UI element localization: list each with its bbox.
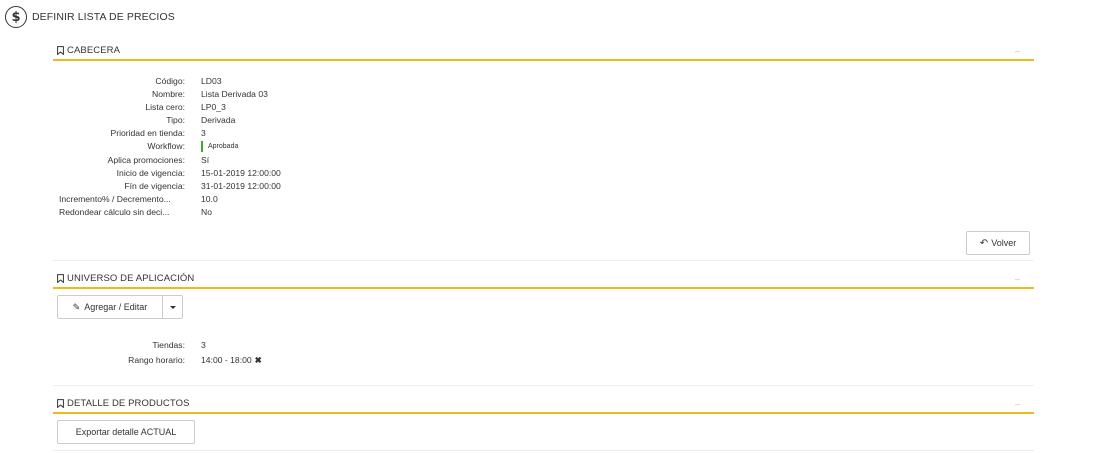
- pencil-icon: ✎: [72, 301, 81, 312]
- dollar-circle-icon: $: [5, 6, 27, 28]
- universo-panel: UNIVERSO DE APLICACIÓN – ✎ Agregar / Edi…: [53, 270, 1034, 386]
- field-value: LD03: [201, 76, 222, 86]
- cabecera-collapse-button[interactable]: –: [1015, 46, 1020, 56]
- bookmark-icon: [57, 46, 64, 55]
- field-label: Rango horario:: [128, 355, 185, 365]
- universo-title: UNIVERSO DE APLICACIÓN: [67, 273, 195, 284]
- field-value: 3: [201, 340, 206, 350]
- field-value: 14:00 - 18:00 ✖: [201, 355, 262, 366]
- exportar-detalle-label: Exportar detalle ACTUAL: [75, 427, 177, 437]
- field-row-incremento: Incremento% / Decremento... 10.0: [53, 194, 353, 207]
- field-row-workflow: Workflow: Aprobada: [53, 141, 353, 154]
- volver-button-label: Volver: [991, 238, 1017, 248]
- field-value: 31-01-2019 12:00:00: [201, 181, 281, 191]
- field-value: Derivada: [201, 115, 236, 125]
- undo-icon: ↶: [979, 237, 989, 249]
- rango-horario-value: 14:00 - 18:00: [201, 355, 252, 365]
- exportar-detalle-button[interactable]: Exportar detalle ACTUAL: [57, 420, 195, 444]
- remove-icon[interactable]: ✖: [255, 355, 262, 365]
- field-row-tiendas: Tiendas: 3: [53, 340, 353, 353]
- field-row-inicio-vigencia: Inicio de vigencia: 15-01-2019 12:00:00: [53, 168, 353, 181]
- caret-down-icon: [169, 305, 176, 309]
- detalle-title: DETALLE DE PRODUCTOS: [67, 398, 190, 409]
- page-header: $ DEFINIR LISTA DE PRECIOS: [5, 6, 175, 28]
- field-row-codigo: Código: LD03: [53, 76, 353, 89]
- field-row-lista-cero: Lista cero: LP0_3: [53, 102, 353, 115]
- field-label: Incremento% / Decremento...: [59, 194, 171, 204]
- field-row-fin-vigencia: Fín de vigencia: 31-01-2019 12:00:00: [53, 181, 353, 194]
- field-label: Fín de vigencia:: [124, 181, 185, 191]
- universo-collapse-button[interactable]: –: [1015, 274, 1020, 284]
- workflow-status: Aprobada: [201, 141, 239, 153]
- field-value: No: [201, 207, 212, 217]
- field-row-aplica-promociones: Aplica promociones: Sí: [53, 155, 353, 168]
- field-value: Lista Derivada 03: [201, 89, 268, 99]
- field-value: 10.0: [201, 194, 218, 204]
- field-row-redondear: Redondear cálculo sin deci... No: [53, 207, 353, 220]
- field-label: Prioridad en tienda:: [110, 128, 185, 138]
- field-label: Código:: [155, 76, 185, 86]
- field-label: Nombre:: [152, 89, 185, 99]
- field-row-prioridad: Prioridad en tienda: 3: [53, 128, 353, 141]
- field-label: Workflow:: [147, 141, 185, 151]
- cabecera-panel: CABECERA – Código: LD03 Nombre: Lista De…: [53, 42, 1034, 261]
- field-row-tipo: Tipo: Derivada: [53, 115, 353, 128]
- field-label: Redondear cálculo sin deci...: [59, 207, 170, 217]
- workflow-status-text: Aprobada: [208, 143, 239, 151]
- agregar-editar-label: Agregar / Editar: [84, 302, 148, 312]
- field-label: Tipo:: [166, 115, 185, 125]
- field-row-nombre: Nombre: Lista Derivada 03: [53, 89, 353, 102]
- cabecera-title: CABECERA: [67, 45, 121, 56]
- volver-button[interactable]: ↶ Volver: [966, 231, 1030, 255]
- field-value: 3: [201, 128, 206, 138]
- detalle-panel: DETALLE DE PRODUCTOS – Exportar detalle …: [53, 395, 1034, 451]
- bookmark-icon: [57, 274, 64, 283]
- field-label: Lista cero:: [145, 102, 185, 112]
- cabecera-panel-header: CABECERA –: [53, 42, 1034, 61]
- field-label: Tiendas:: [152, 340, 185, 350]
- agregar-dropdown-toggle[interactable]: [162, 295, 183, 319]
- workflow-status-bar: [201, 141, 203, 153]
- field-label: Aplica promociones:: [107, 155, 185, 165]
- field-value: Sí: [201, 155, 210, 165]
- agregar-editar-button[interactable]: ✎ Agregar / Editar: [57, 295, 163, 319]
- detalle-panel-header: DETALLE DE PRODUCTOS –: [53, 395, 1034, 414]
- page-title: DEFINIR LISTA DE PRECIOS: [32, 11, 175, 23]
- field-label: Inicio de vigencia:: [116, 168, 185, 178]
- detalle-collapse-button[interactable]: –: [1015, 399, 1020, 409]
- field-value: LP0_3: [201, 102, 226, 112]
- field-value: 15-01-2019 12:00:00: [201, 168, 281, 178]
- universo-panel-header: UNIVERSO DE APLICACIÓN –: [53, 270, 1034, 289]
- bookmark-icon: [57, 399, 64, 408]
- field-row-rango-horario: Rango horario: 14:00 - 18:00 ✖: [53, 355, 353, 368]
